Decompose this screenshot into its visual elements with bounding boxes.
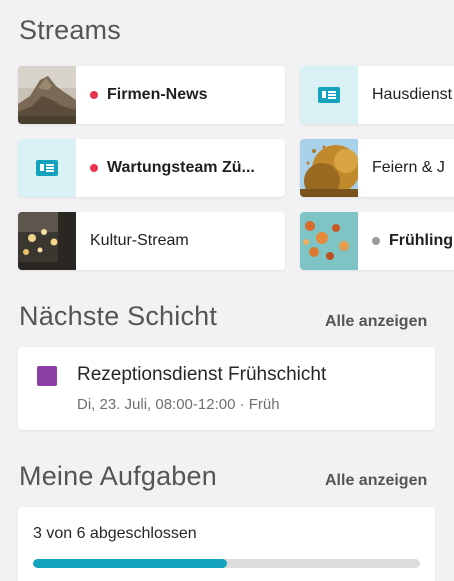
stream-card-fruehling[interactable]: Frühling <box>300 212 454 270</box>
tasks-see-all-link[interactable]: Alle anzeigen <box>325 472 427 490</box>
stream-card-wartungsteam[interactable]: Wartungsteam Zü... <box>18 139 285 197</box>
next-shift-see-all-link[interactable]: Alle anzeigen <box>325 313 427 331</box>
tasks-status: 3 von 6 abgeschlossen <box>33 525 197 542</box>
stream-name: Feiern & J <box>372 159 445 176</box>
stream-card-hausdienst[interactable]: Hausdienst <box>300 66 454 124</box>
next-shift-heading: Nächste Schicht <box>19 301 218 331</box>
tasks-card[interactable]: 3 von 6 abgeschlossen <box>18 507 435 581</box>
shift-color-swatch <box>37 366 57 386</box>
newspaper-icon <box>318 87 340 103</box>
shift-title: Rezeptionsdienst Frühschicht <box>77 364 327 385</box>
unread-dot <box>90 164 98 172</box>
next-shift-card[interactable]: Rezeptionsdienst Frühschicht Di, 23. Jul… <box>18 347 435 430</box>
newspaper-icon <box>36 160 58 176</box>
stream-name: Kultur-Stream <box>90 232 189 249</box>
news-thumbnail <box>18 139 76 197</box>
stream-name: Hausdienst <box>372 86 453 103</box>
news-thumbnail <box>300 66 358 124</box>
stream-name: Frühling <box>389 232 453 249</box>
tasks-heading: Meine Aufgaben <box>19 461 217 491</box>
leaves-photo-thumbnail <box>300 212 358 270</box>
stream-name: Wartungsteam Zü... <box>107 159 255 176</box>
streams-heading: Streams <box>19 15 121 45</box>
autumn-tree-photo-thumbnail <box>300 139 358 197</box>
shift-details: Di, 23. Juli, 08:00-12:00 · Früh <box>77 396 280 413</box>
unread-dot <box>90 91 98 99</box>
lights-photo-thumbnail <box>18 212 76 270</box>
tasks-progress-bar <box>33 559 420 568</box>
stream-card-firmen-news[interactable]: Firmen-News <box>18 66 285 124</box>
tasks-progress-fill <box>33 559 227 568</box>
mountain-photo-thumbnail <box>18 66 76 124</box>
unread-dot <box>372 237 380 245</box>
stream-name: Firmen-News <box>107 86 208 103</box>
stream-card-kultur[interactable]: Kultur-Stream <box>18 212 285 270</box>
stream-card-feiern[interactable]: Feiern & J <box>300 139 454 197</box>
